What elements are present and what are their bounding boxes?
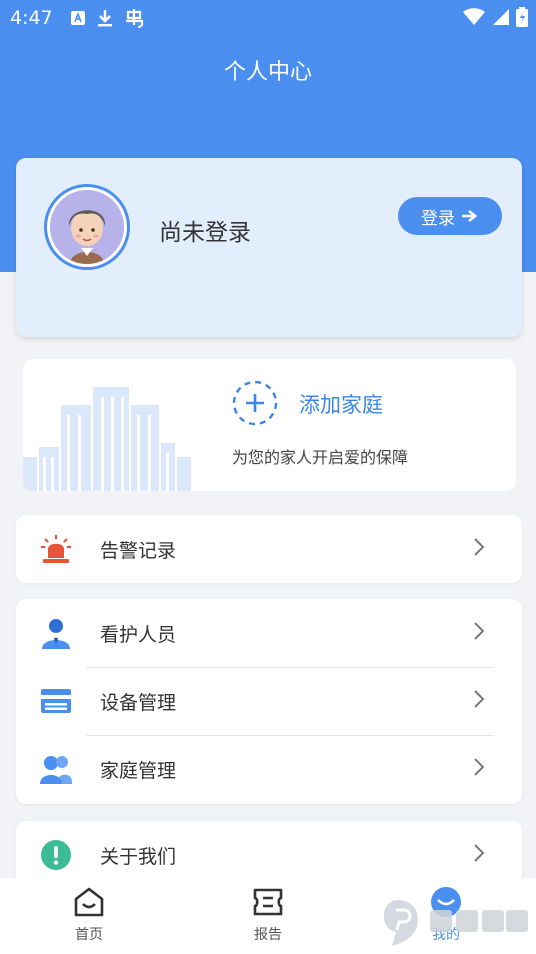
wifi-icon (463, 8, 485, 25)
login-button-label: 登录 (421, 208, 455, 229)
menu-item-label: 看护人员 (100, 623, 177, 646)
add-family-card[interactable]: 添加家庭 为您的家人开启爱的保障 (23, 359, 516, 491)
chevron-right-icon (474, 689, 485, 714)
status-system-icons (462, 7, 528, 27)
menu-item-family-management[interactable]: 家庭管理 (16, 735, 522, 803)
add-family-description: 为您的家人开启爱的保障 (232, 448, 409, 467)
login-button[interactable]: 登录 (398, 197, 502, 235)
chevron-right-icon (474, 757, 485, 782)
avatar[interactable] (44, 184, 130, 270)
arrow-right-icon (462, 210, 478, 222)
menu-group-alarm: 告警记录 (16, 515, 522, 583)
download-icon (98, 10, 112, 27)
status-time: 4:47 (10, 7, 53, 29)
buildings-illustration (23, 387, 191, 491)
add-circle-icon[interactable] (231, 379, 279, 427)
menu-item-caregivers[interactable]: 看护人员 (16, 599, 522, 667)
device-card-icon (40, 685, 72, 717)
report-ticket-icon (253, 888, 283, 916)
home-icon (74, 887, 104, 917)
status-bar: 4:47 (0, 0, 536, 36)
menu-item-label: 设备管理 (100, 691, 177, 714)
chevron-right-icon (474, 621, 485, 646)
nav-item-home[interactable]: 首页 (49, 886, 129, 944)
menu-item-label: 家庭管理 (100, 759, 177, 782)
profile-card: 尚未登录 登录 (16, 158, 522, 337)
profile-name: 尚未登录 (159, 220, 251, 246)
menu-group-management: 看护人员 设备管理 家庭管理 (16, 599, 522, 804)
bottom-navigation: 首页 报告 我的 (0, 878, 536, 954)
page-title: 个人中心 (223, 60, 312, 85)
info-exclamation-icon (40, 839, 72, 871)
family-group-icon (40, 753, 72, 785)
signal-icon (493, 9, 509, 25)
caregiver-person-icon (40, 617, 72, 649)
status-notification-icons (70, 7, 146, 29)
nav-item-label: 首页 (75, 927, 103, 943)
menu-item-label: 关于我们 (100, 845, 177, 868)
notification-a-icon (71, 11, 85, 25)
chevron-right-icon (474, 537, 485, 562)
menu-item-alarm-records[interactable]: 告警记录 (16, 515, 522, 583)
avatar-face-icon (50, 190, 124, 264)
nav-item-report[interactable]: 报告 (228, 886, 308, 944)
bug-icon (126, 9, 144, 29)
battery-icon (516, 7, 528, 27)
nav-item-label: 报告 (254, 927, 282, 943)
watermark-logo-icon (384, 900, 528, 946)
alarm-siren-icon (40, 533, 72, 565)
menu-item-label: 告警记录 (100, 539, 177, 562)
add-family-label[interactable]: 添加家庭 (299, 389, 383, 419)
chevron-right-icon (474, 843, 485, 868)
menu-item-device-management[interactable]: 设备管理 (16, 667, 522, 735)
